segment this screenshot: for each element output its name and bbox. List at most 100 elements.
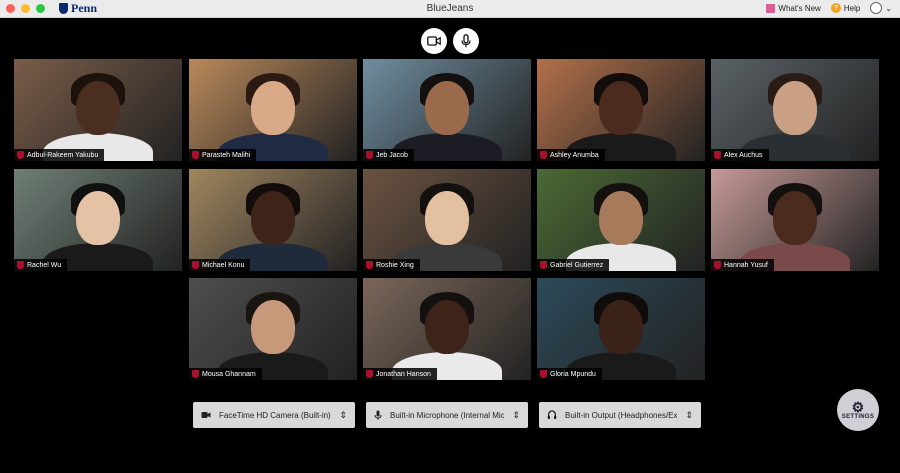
participant-tile[interactable]: Rachel Wu bbox=[14, 169, 182, 271]
participant-name-tag: Alex Auchus bbox=[711, 149, 769, 161]
penn-shield-icon bbox=[366, 151, 373, 159]
minimize-window-button[interactable] bbox=[21, 4, 30, 13]
participant-name: Jonathan Hanson bbox=[376, 370, 431, 378]
toggle-microphone-button[interactable] bbox=[453, 28, 479, 54]
participant-face bbox=[76, 191, 120, 245]
participant-name-tag: Parasteh Malihi bbox=[189, 149, 257, 161]
title-bar: Penn BlueJeans What's New ? Help ⌄ bbox=[0, 0, 900, 18]
participant-name-tag: Rachel Wu bbox=[14, 259, 68, 271]
penn-shield-icon bbox=[192, 370, 199, 378]
participant-face bbox=[425, 81, 469, 135]
participant-face bbox=[76, 81, 120, 135]
participant-name-tag: Mousa Ghannam bbox=[189, 368, 262, 380]
participant-tile[interactable]: Gloria Mpundu bbox=[537, 278, 705, 380]
participant-name: Ashley Anumba bbox=[550, 151, 599, 159]
window-title: BlueJeans bbox=[426, 3, 474, 14]
penn-shield-icon bbox=[192, 151, 199, 159]
participant-tile[interactable]: Ashley Anumba bbox=[537, 59, 705, 161]
help-button[interactable]: ? Help bbox=[830, 3, 861, 13]
participant-tile[interactable]: Jeb Jacob bbox=[363, 59, 531, 161]
participant-face bbox=[251, 191, 295, 245]
penn-shield-icon bbox=[366, 370, 373, 378]
help-label: Help bbox=[843, 3, 861, 13]
settings-button[interactable]: ⚙ SETTINGS bbox=[837, 389, 879, 431]
participant-tile[interactable]: Adbul-Rakeem Yakubu bbox=[14, 59, 182, 161]
penn-shield-icon bbox=[540, 261, 547, 269]
settings-label: SETTINGS bbox=[841, 414, 875, 420]
participant-name-tag: Hannah Yusuf bbox=[711, 259, 774, 271]
headphones-icon bbox=[547, 410, 557, 419]
participant-name: Parasteh Malihi bbox=[202, 151, 251, 159]
microphone-select-label: Built-in Microphone (Internal Mic... bbox=[390, 410, 505, 420]
participant-name-tag: Adbul-Rakeem Yakubu bbox=[14, 149, 105, 161]
penn-shield-icon bbox=[59, 3, 68, 14]
penn-shield-icon bbox=[714, 151, 721, 159]
participant-name: Adbul-Rakeem Yakubu bbox=[27, 151, 99, 159]
participant-name: Roshie Xing bbox=[376, 261, 414, 269]
participant-name: Jeb Jacob bbox=[376, 151, 408, 159]
participant-name: Gloria Mpundu bbox=[550, 370, 596, 378]
select-arrows-icon: ⇕ bbox=[339, 409, 347, 420]
logo-text: Penn bbox=[71, 1, 98, 15]
participant-name: Michael Konu bbox=[202, 261, 245, 269]
window-controls bbox=[6, 4, 45, 13]
participant-face bbox=[425, 191, 469, 245]
participant-face bbox=[251, 81, 295, 135]
participant-name-tag: Gabriel Gutierrez bbox=[537, 259, 610, 271]
top-right-menu: What's New ? Help ⌄ bbox=[766, 2, 892, 14]
participant-name-tag: Ashley Anumba bbox=[537, 149, 605, 161]
participant-tile[interactable]: Michael Konu bbox=[189, 169, 357, 271]
participant-name: Hannah Yusuf bbox=[724, 261, 768, 269]
microphone-icon bbox=[461, 34, 471, 48]
output-select[interactable]: Built-in Output (Headphones/Ex... ⇕ bbox=[539, 402, 701, 428]
penn-shield-icon bbox=[192, 261, 199, 269]
output-select-label: Built-in Output (Headphones/Ex... bbox=[565, 410, 678, 420]
participant-name: Gabriel Gutierrez bbox=[550, 261, 604, 269]
participant-tile[interactable]: Roshie Xing bbox=[363, 169, 531, 271]
user-avatar-icon bbox=[870, 2, 883, 14]
gear-icon: ⚙ bbox=[851, 399, 865, 415]
participant-name: Rachel Wu bbox=[27, 261, 62, 269]
participant-face bbox=[773, 81, 817, 135]
participant-face bbox=[425, 300, 469, 354]
select-arrows-icon: ⇕ bbox=[512, 409, 520, 420]
participant-tile[interactable]: Jonathan Hanson bbox=[363, 278, 531, 380]
close-window-button[interactable] bbox=[6, 4, 15, 13]
participant-face bbox=[773, 191, 817, 245]
zoom-window-button[interactable] bbox=[36, 4, 45, 13]
participant-name: Mousa Ghannam bbox=[202, 370, 256, 378]
chevron-down-icon: ⌄ bbox=[885, 3, 892, 13]
participant-name-tag: Jonathan Hanson bbox=[363, 368, 437, 380]
select-arrows-icon: ⇕ bbox=[685, 409, 693, 420]
participant-name-tag: Michael Konu bbox=[189, 259, 251, 271]
participant-name-tag: Jeb Jacob bbox=[363, 149, 414, 161]
toggle-video-button[interactable] bbox=[421, 28, 447, 54]
microphone-icon bbox=[374, 410, 382, 420]
gift-icon bbox=[766, 3, 776, 13]
participant-face bbox=[599, 191, 643, 245]
microphone-select[interactable]: Built-in Microphone (Internal Mic... ⇕ bbox=[366, 402, 528, 428]
help-icon: ? bbox=[830, 3, 841, 13]
video-camera-icon bbox=[427, 36, 441, 46]
penn-logo: Penn bbox=[59, 1, 97, 16]
camera-select-label: FaceTime HD Camera (Built-in) bbox=[219, 410, 331, 420]
penn-shield-icon bbox=[17, 151, 24, 159]
penn-shield-icon bbox=[540, 370, 547, 378]
participant-tile[interactable]: Gabriel Gutierrez bbox=[537, 169, 705, 271]
participant-face bbox=[599, 81, 643, 135]
whats-new-button[interactable]: What's New bbox=[766, 3, 821, 13]
camera-icon bbox=[201, 412, 211, 418]
participant-tile[interactable]: Alex Auchus bbox=[711, 59, 879, 161]
participant-tile[interactable]: Mousa Ghannam bbox=[189, 278, 357, 380]
participant-name: Alex Auchus bbox=[724, 151, 763, 159]
penn-shield-icon bbox=[366, 261, 373, 269]
camera-select[interactable]: FaceTime HD Camera (Built-in) ⇕ bbox=[193, 402, 355, 428]
participant-tile[interactable]: Hannah Yusuf bbox=[711, 169, 879, 271]
participant-tile[interactable]: Parasteh Malihi bbox=[189, 59, 357, 161]
penn-shield-icon bbox=[714, 261, 721, 269]
participant-name-tag: Gloria Mpundu bbox=[537, 368, 602, 380]
participant-face bbox=[251, 300, 295, 354]
penn-shield-icon bbox=[17, 261, 24, 269]
user-menu-button[interactable]: ⌄ bbox=[870, 2, 892, 14]
participant-face bbox=[599, 300, 643, 354]
